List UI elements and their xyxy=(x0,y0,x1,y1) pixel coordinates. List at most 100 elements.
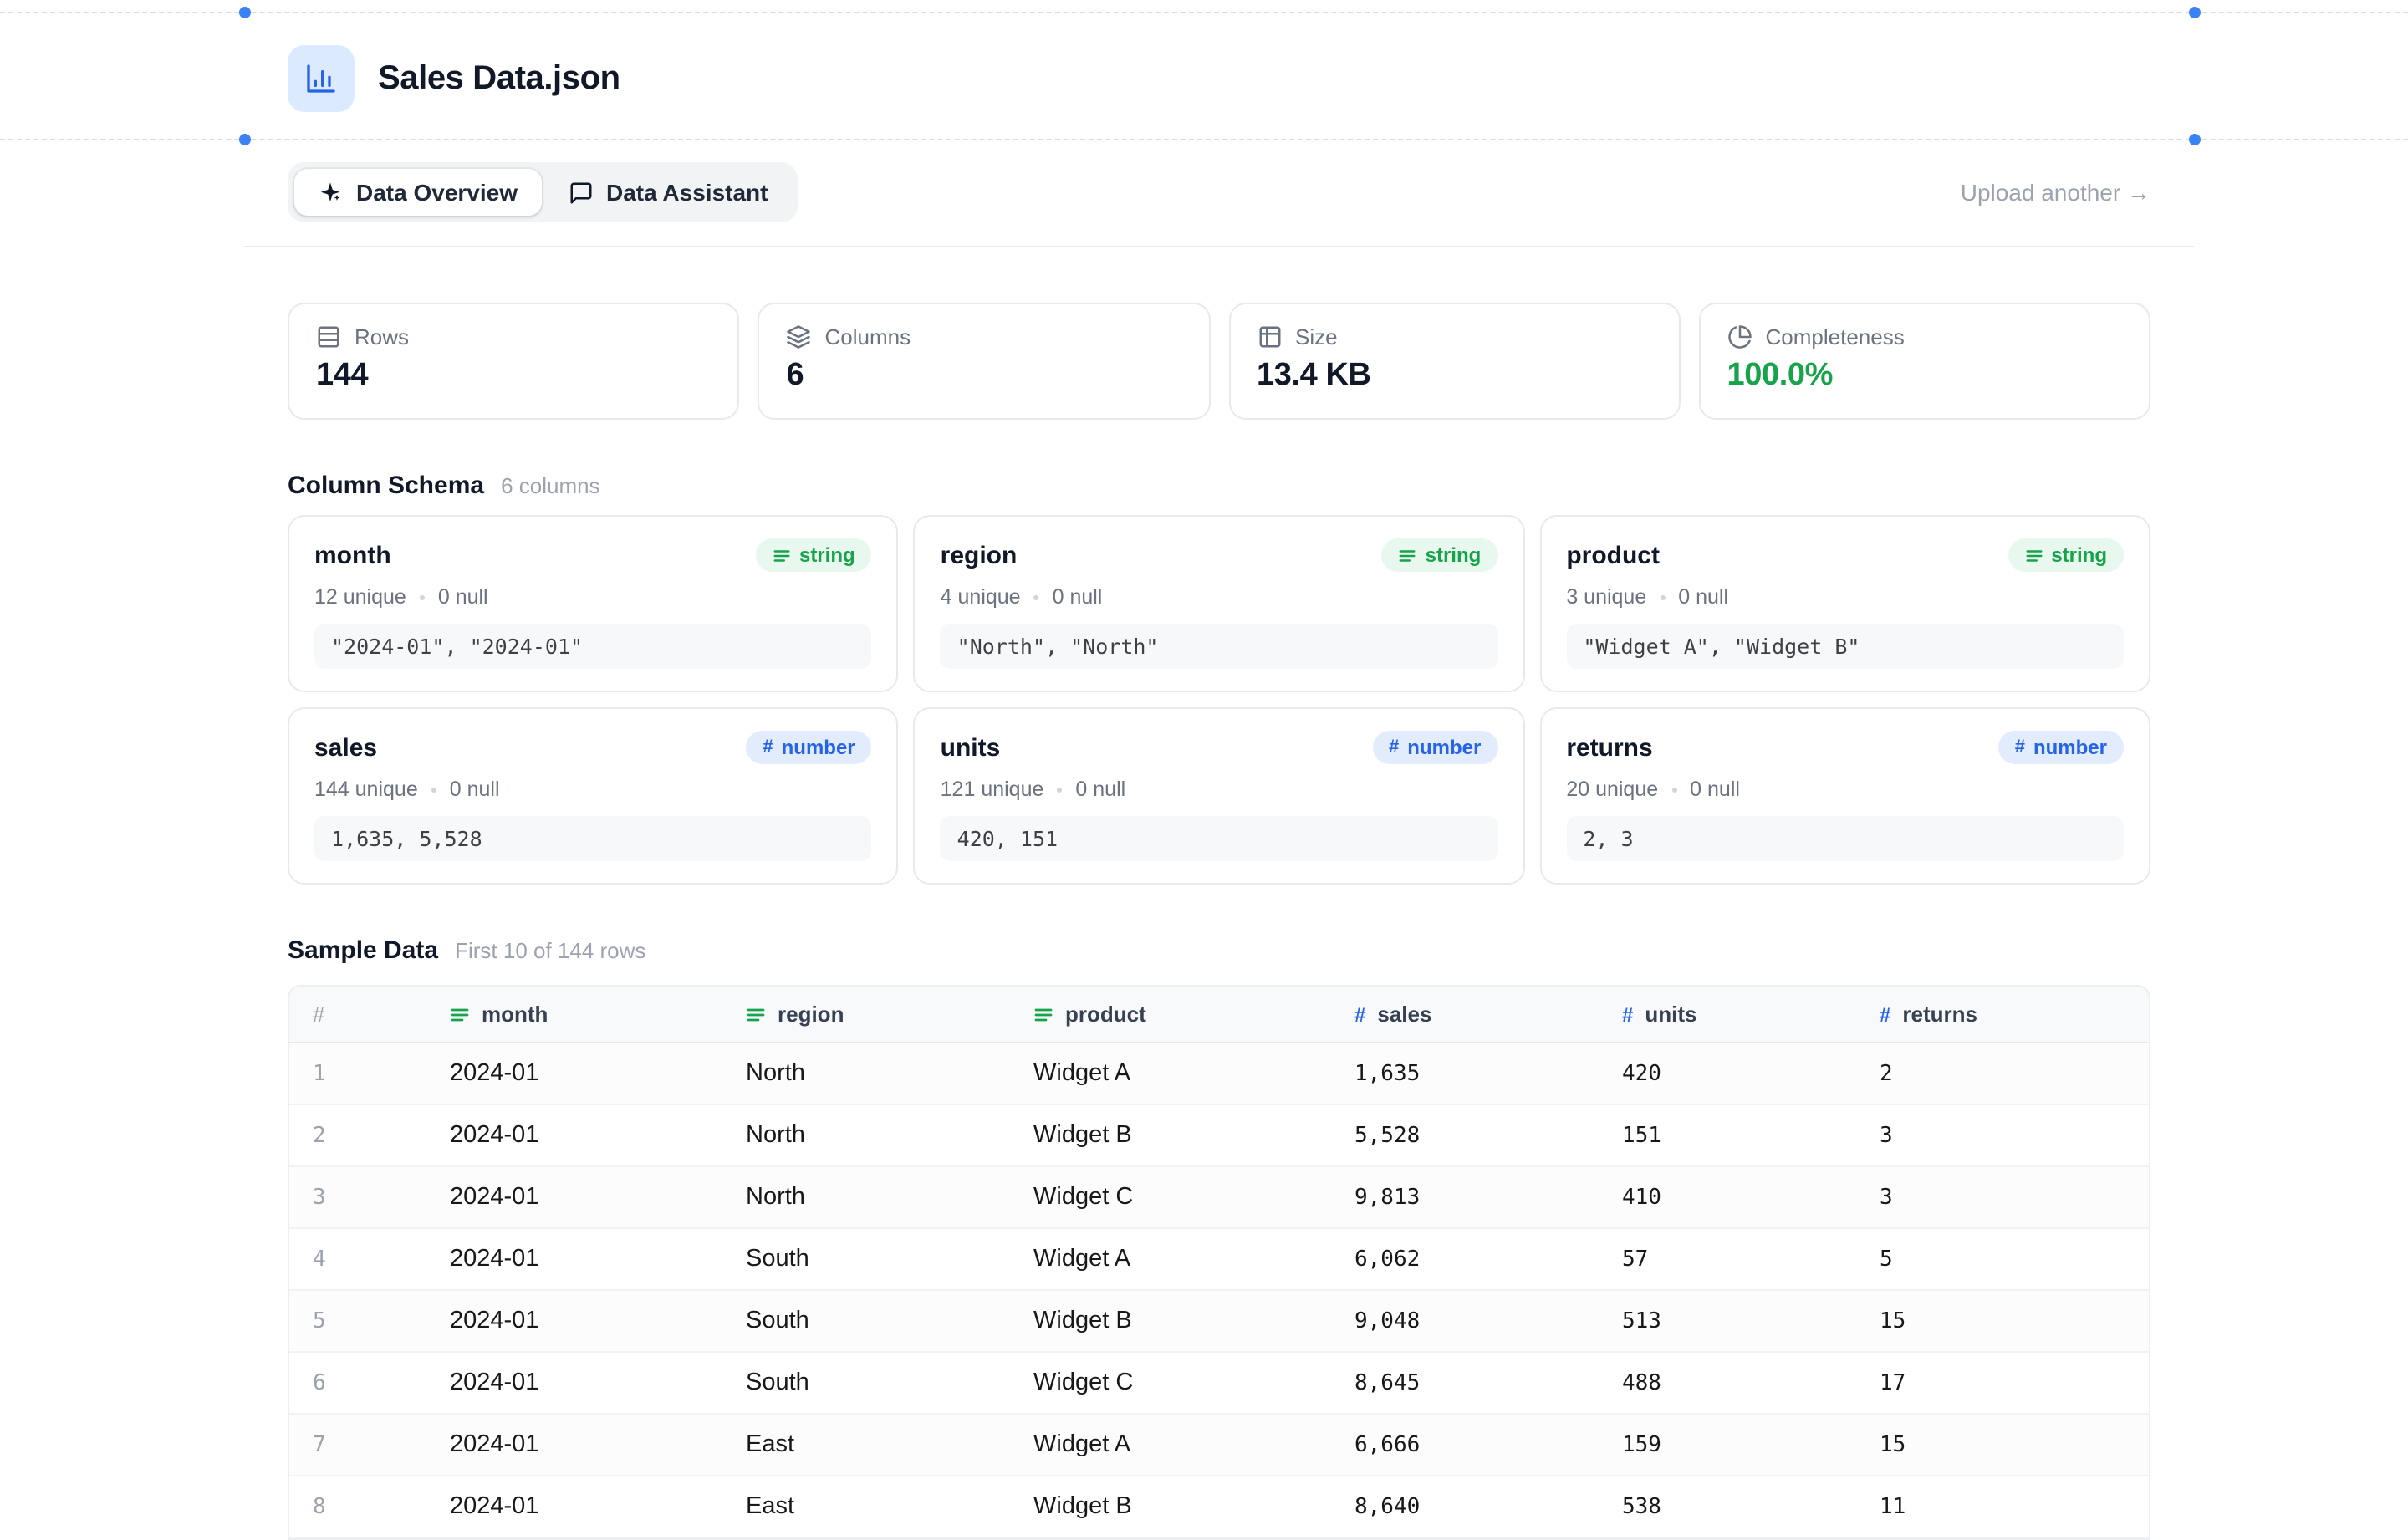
column-header-product: product xyxy=(1033,1002,1354,1027)
column-stats: 144 unique 0 null xyxy=(314,778,872,801)
stat-value: 100.0% xyxy=(1727,358,2123,395)
section-title: Column Schema xyxy=(288,472,484,500)
stats-row: Rows 144 Columns 6 xyxy=(288,303,2150,420)
tab-label: Data Assistant xyxy=(606,179,768,206)
unique-count: 144 unique xyxy=(314,778,418,801)
type-badge: string xyxy=(1382,538,1498,572)
hash-icon: # xyxy=(763,738,773,757)
sample-values: "2024-01", "2024-01" xyxy=(314,624,872,669)
section-subtitle: 6 columns xyxy=(501,473,600,498)
hash-icon: # xyxy=(1880,1002,1890,1026)
text-lines-icon xyxy=(1033,1004,1054,1024)
tab-label: Data Overview xyxy=(356,179,518,206)
hash-icon: # xyxy=(1622,1002,1633,1026)
table-row: 6 2024-01 South Widget C 8,645 488 17 xyxy=(289,1353,2149,1415)
tab-data-overview[interactable]: Data Overview xyxy=(294,169,541,216)
null-count: 0 null xyxy=(1075,778,1125,801)
toolbar: Data Overview Data Assistant Upload anot… xyxy=(288,162,2150,222)
schema-card-product: product string 3 unique 0 null "Widget A… xyxy=(1539,515,2150,692)
null-count: 0 null xyxy=(450,778,500,801)
schema-section-header: Column Schema 6 columns xyxy=(288,472,2150,500)
upload-another-link[interactable]: Upload another → xyxy=(1961,179,2150,206)
table-row: 3 2024-01 North Widget C 9,813 410 3 xyxy=(289,1167,2149,1229)
column-stats: 4 unique 0 null xyxy=(941,585,1498,609)
stat-label: Rows xyxy=(355,324,409,349)
table-row: 7 2024-01 East Widget A 6,666 159 15 xyxy=(289,1415,2149,1476)
stat-value: 144 xyxy=(316,358,712,395)
resize-handle[interactable] xyxy=(2189,7,2201,18)
type-label: string xyxy=(2051,543,2107,567)
schema-grid: month string 12 unique 0 null "2024-01",… xyxy=(288,515,2150,885)
type-badge: string xyxy=(2008,538,2124,572)
dot-separator xyxy=(431,787,436,792)
text-lines-icon xyxy=(746,1004,766,1024)
toolbar-divider xyxy=(244,246,2194,247)
unique-count: 4 unique xyxy=(941,585,1021,609)
null-count: 0 null xyxy=(1690,778,1740,801)
page-title: Sales Data.json xyxy=(378,59,620,98)
sample-values: 420, 151 xyxy=(941,816,1498,861)
sparkles-icon xyxy=(318,180,343,205)
dot-separator xyxy=(1671,787,1676,792)
sample-values: "North", "North" xyxy=(941,624,1498,669)
content-panel: Sales Data.json Data Overview xyxy=(244,0,2194,1540)
unique-count: 20 unique xyxy=(1566,778,1658,801)
dot-separator xyxy=(420,594,425,599)
sample-values: 2, 3 xyxy=(1566,816,2124,861)
null-count: 0 null xyxy=(1678,585,1728,609)
table-grid-icon xyxy=(1257,324,1282,349)
column-stats: 3 unique 0 null xyxy=(1566,585,2124,609)
hash-icon: # xyxy=(2015,738,2025,757)
stat-card-size: Size 13.4 KB xyxy=(1228,303,1681,420)
stat-value: 6 xyxy=(787,358,1182,395)
type-badge: # number xyxy=(746,731,871,764)
file-header: Sales Data.json xyxy=(288,45,2150,112)
column-header-region: region xyxy=(746,1002,1033,1027)
resize-handle[interactable] xyxy=(2189,134,2201,145)
text-lines-icon xyxy=(2024,546,2043,564)
schema-card-region: region string 4 unique 0 null "North", "… xyxy=(914,515,1525,692)
null-count: 0 null xyxy=(1053,585,1103,609)
stat-value: 13.4 KB xyxy=(1257,358,1652,395)
stat-label: Completeness xyxy=(1766,324,1905,349)
hash-icon: # xyxy=(1389,738,1399,757)
type-badge: # number xyxy=(1998,731,2124,764)
column-name: units xyxy=(941,733,1001,762)
chat-bubble-icon xyxy=(568,180,593,205)
pie-chart-icon xyxy=(1727,324,1752,349)
column-name: returns xyxy=(1566,733,1652,762)
rows-icon xyxy=(316,324,341,349)
column-stats: 20 unique 0 null xyxy=(1566,778,2124,801)
tab-bar: Data Overview Data Assistant xyxy=(288,162,798,222)
stat-label: Size xyxy=(1295,324,1338,349)
tab-data-assistant[interactable]: Data Assistant xyxy=(544,169,792,216)
type-label: string xyxy=(799,543,855,567)
dot-separator xyxy=(1034,594,1039,599)
null-count: 0 null xyxy=(438,585,488,609)
column-header-sales: # sales xyxy=(1354,1002,1622,1027)
schema-card-units: units # number 121 unique 0 null 420, 15… xyxy=(914,707,1525,885)
column-stats: 121 unique 0 null xyxy=(941,778,1498,801)
dot-separator xyxy=(1057,787,1062,792)
section-subtitle: First 10 of 144 rows xyxy=(455,938,645,963)
schema-card-month: month string 12 unique 0 null "2024-01",… xyxy=(288,515,899,692)
column-header-returns: # returns xyxy=(1880,1002,2149,1027)
table-row: 5 2024-01 South Widget B 9,048 513 15 xyxy=(289,1291,2149,1353)
table-header-row: # month region product # xyxy=(289,987,2149,1043)
column-name: product xyxy=(1566,541,1660,569)
schema-card-sales: sales # number 144 unique 0 null 1,635, … xyxy=(288,707,899,885)
resize-handle[interactable] xyxy=(239,7,251,18)
table-row: 4 2024-01 South Widget A 6,062 57 5 xyxy=(289,1229,2149,1291)
stat-card-rows: Rows 144 xyxy=(288,303,740,420)
table-row: 1 2024-01 North Widget A 1,635 420 2 xyxy=(289,1043,2149,1105)
type-label: number xyxy=(1407,736,1481,759)
hash-icon: # xyxy=(1354,1002,1365,1026)
column-header-month: month xyxy=(450,1002,746,1027)
schema-card-returns: returns # number 20 unique 0 null 2, 3 xyxy=(1539,707,2150,885)
column-name: sales xyxy=(314,733,377,762)
resize-handle[interactable] xyxy=(239,134,251,145)
table-row: 8 2024-01 East Widget B 8,640 538 11 xyxy=(289,1476,2149,1538)
unique-count: 3 unique xyxy=(1566,585,1646,609)
stat-card-columns: Columns 6 xyxy=(758,303,1211,420)
type-label: string xyxy=(1426,543,1482,567)
